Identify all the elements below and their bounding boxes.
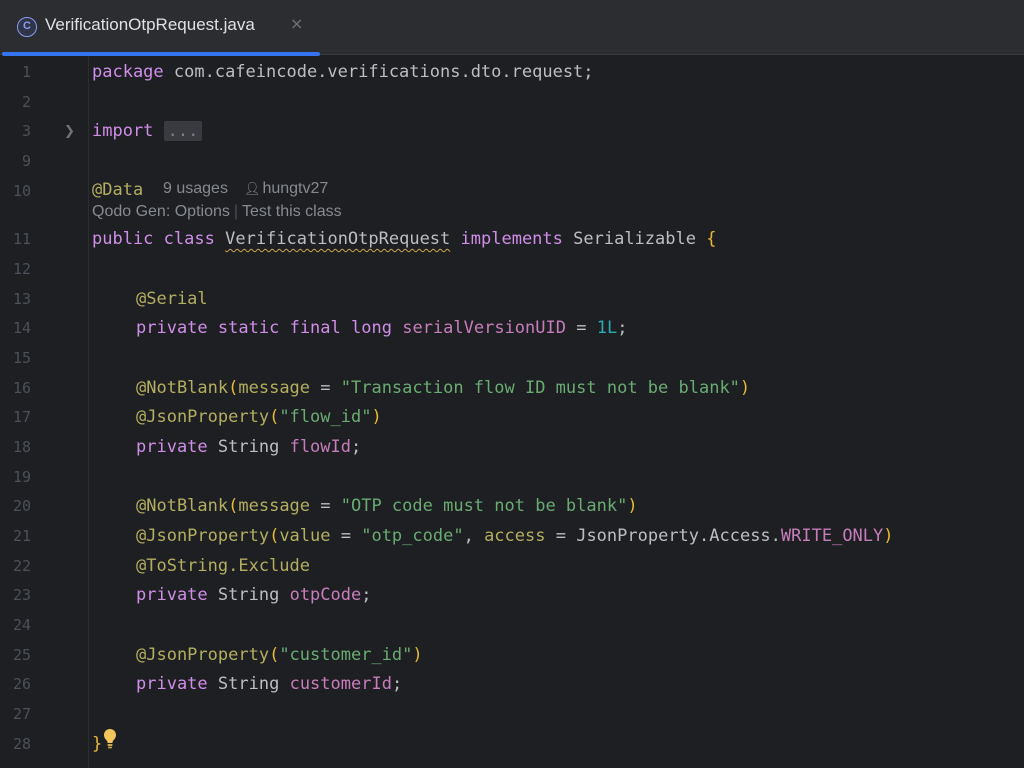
- code-line-17: @JsonProperty("flow_id"): [136, 407, 382, 427]
- line-number: 28: [12, 735, 31, 753]
- line-number: 21: [12, 527, 31, 545]
- class-icon: C: [17, 17, 37, 37]
- editor-tab-bar: C VerificationOtpRequest.java ×: [0, 0, 1024, 56]
- class-name: VerificationOtpRequest: [225, 229, 451, 249]
- code-line-1: package com.cafeincode.verifications.dto…: [92, 62, 594, 82]
- code-line-23: private String otpCode;: [136, 585, 372, 605]
- codelens: Qodo Gen: Options | Test this class: [92, 203, 342, 220]
- line-number: 26: [12, 675, 31, 693]
- qodo-options-link[interactable]: Qodo Gen: Options: [92, 203, 230, 220]
- code-line-21: @JsonProperty(value = "otp_code", access…: [136, 526, 894, 546]
- line-number: 25: [12, 646, 31, 664]
- gutter-divider: [88, 56, 89, 768]
- code-line-26: private String customerId;: [136, 674, 403, 694]
- code-line-18: private String flowId;: [136, 437, 362, 457]
- line-number: 15: [12, 349, 31, 367]
- user-icon: 👤︎: [243, 182, 261, 197]
- line-number: 12: [12, 260, 31, 278]
- line-number: 2: [21, 93, 31, 111]
- line-number: 13: [12, 290, 31, 308]
- author-name[interactable]: hungtv27: [262, 180, 328, 197]
- line-number: 24: [12, 616, 31, 634]
- code-line-25: @JsonProperty("customer_id"): [136, 645, 423, 665]
- code-line-10: @Data: [92, 180, 144, 200]
- line-number: 27: [12, 705, 31, 723]
- code-line-20: @NotBlank(message = "OTP code must not b…: [136, 496, 638, 516]
- lightbulb-icon[interactable]: [103, 728, 117, 750]
- line-number: 23: [12, 586, 31, 604]
- folded-imports[interactable]: ...: [163, 121, 203, 141]
- code-line-3: import ...: [92, 119, 203, 143]
- chevron-right-icon[interactable]: ❯: [64, 124, 75, 139]
- close-icon[interactable]: ×: [290, 14, 303, 33]
- code-line-22: @ToString.Exclude: [136, 556, 310, 576]
- code-line-14: private static final long serialVersionU…: [136, 318, 628, 338]
- code-line-16: @NotBlank(message = "Transaction flow ID…: [136, 378, 751, 398]
- line-number: 10: [12, 182, 31, 200]
- tab-title: VerificationOtpRequest.java: [45, 15, 255, 34]
- line-number: 17: [12, 408, 31, 426]
- code-line-11: public class VerificationOtpRequest impl…: [92, 229, 717, 249]
- code-line-28: }: [92, 734, 103, 754]
- line-number: 18: [12, 438, 31, 456]
- line-number: 16: [12, 379, 31, 397]
- line-number: 3: [21, 122, 31, 140]
- line-number: 1: [21, 63, 31, 81]
- line-number: 9: [21, 152, 31, 170]
- code-line-13: @Serial: [136, 289, 208, 309]
- line-number: 14: [12, 319, 31, 337]
- test-class-link[interactable]: Test this class: [242, 203, 342, 220]
- code-editor[interactable]: 1 2 3 9 10 11 12 13 14 15 16 17 18 19 20…: [0, 56, 1024, 768]
- tab-verification-otp-request[interactable]: C VerificationOtpRequest.java ×: [0, 0, 320, 56]
- usages-count[interactable]: 9 usages: [163, 180, 228, 197]
- line-number: 22: [12, 557, 31, 575]
- line-number: 20: [12, 497, 31, 515]
- line-number: 19: [12, 468, 31, 486]
- usage-hint[interactable]: 9 usages 👤︎ hungtv27: [163, 180, 328, 198]
- line-number: 11: [12, 230, 31, 248]
